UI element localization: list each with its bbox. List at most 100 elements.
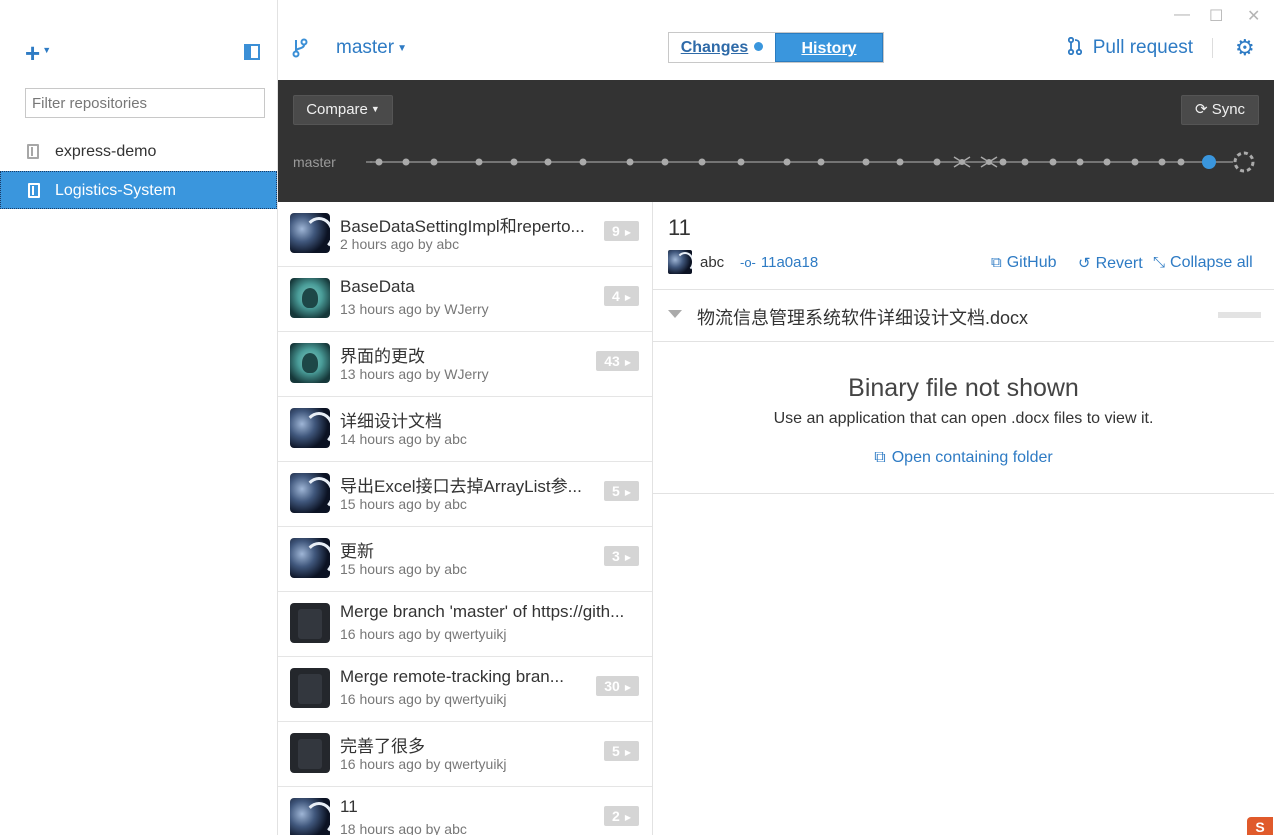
commit-meta: 16 hours ago by qwertyuikj [340,756,507,772]
timeline-commit-dot[interactable] [626,158,634,166]
tab-history[interactable]: History [775,33,883,62]
commit-meta: 14 hours ago by abc [340,431,467,447]
tab-changes[interactable]: Changes [669,33,775,62]
commit-meta: 15 hours ago by abc [340,496,467,512]
close-button[interactable]: ✕ [1247,6,1260,26]
commit-row[interactable]: BaseData 13 hours ago by WJerry 4 ▶ [278,267,652,332]
timeline-commit-dot[interactable] [402,158,410,166]
timeline-commit-dot[interactable] [475,158,483,166]
tab-history-label: History [801,40,857,57]
minimize-button[interactable]: — [1174,6,1190,24]
commit-detail-title: 11 [668,215,691,240]
binary-file-message: Use an application that can open .docx f… [773,410,1154,427]
commit-row[interactable]: Merge branch 'master' of https://gith...… [278,592,652,657]
timeline-commit-dot[interactable] [783,158,791,166]
timeline-commit-dot[interactable] [375,158,383,166]
file-count-badge: 2 ▶ [604,806,639,826]
toggle-sidebar-icon[interactable] [244,44,260,60]
collapse-all-button[interactable]: ⤡ Collapse all [1153,254,1253,272]
timeline-commit-dot[interactable] [510,158,518,166]
revert-label: Revert [1095,255,1143,272]
commit-sha-link[interactable]: -o- 11a0a18 [740,254,818,271]
avatar [290,408,330,448]
commit-title: 11 [340,797,358,816]
commit-title: 导出Excel接口去掉ArrayList参... [340,477,582,496]
timeline-commit-dot[interactable] [817,158,825,166]
timeline-commit-dot[interactable] [544,158,552,166]
avatar [290,278,330,318]
divider [653,289,1274,290]
commit-title: BaseData [340,277,415,296]
avatar [290,798,330,835]
revert-icon: ↺ [1078,255,1091,272]
timeline-commit-dot[interactable] [737,158,745,166]
maximize-button[interactable]: ☐ [1209,6,1223,26]
timeline-commit-dot[interactable] [1076,158,1084,166]
gear-icon[interactable]: ⚙ [1235,35,1255,61]
list-divider [652,202,653,835]
collapse-label: Collapse all [1170,254,1253,271]
commit-meta: 2 hours ago by abc [340,236,460,252]
commit-title: Merge branch 'master' of https://gith... [340,602,625,621]
timeline-commit-dot[interactable] [933,158,941,166]
avatar [290,473,330,513]
repo-item-express-demo[interactable]: express-demo [0,133,277,171]
changed-file-name[interactable]: 物流信息管理系统软件详细设计文档.docx [697,304,1028,330]
avatar [290,603,330,643]
repo-name: Logistics-System [55,182,176,199]
commit-title: Merge remote-tracking bran... [340,667,564,686]
commit-meta: 15 hours ago by abc [340,561,467,577]
timeline-commit-dot[interactable] [1158,158,1166,166]
avatar [290,668,330,708]
avatar [290,213,330,253]
timeline-commit-dot[interactable] [999,158,1007,166]
commit-row[interactable]: 导出Excel接口去掉ArrayList参... 15 hours ago by… [278,462,652,527]
file-count-badge: 5 ▶ [604,481,639,501]
repo-item-logistics-system[interactable]: Logistics-System [0,171,277,209]
open-containing-folder-link[interactable]: ⧉ Open containing folder [653,449,1274,467]
timeline-commit-dot[interactable] [661,158,669,166]
add-repository-button[interactable]: + ▼ [25,40,51,68]
timeline-commit-dot[interactable] [1021,158,1029,166]
file-count-badge: 5 ▶ [604,741,639,761]
view-switcher: Changes History [668,32,884,63]
timeline-commit-dot[interactable] [430,158,438,166]
commit-row[interactable]: 详细设计文档 14 hours ago by abc [278,397,652,462]
timeline-commit-dot[interactable] [1131,158,1139,166]
timeline-commit-dot[interactable] [1049,158,1057,166]
timeline-commit-dot[interactable] [698,158,706,166]
commit-row[interactable]: Merge remote-tracking bran... 16 hours a… [278,657,652,722]
expand-file-icon[interactable] [668,310,682,318]
commit-row[interactable]: 界面的更改 13 hours ago by WJerry 43 ▶ [278,332,652,397]
open-folder-label: Open containing folder [891,449,1053,466]
timeline-commit-dot[interactable] [896,158,904,166]
timeline-commit-dot[interactable] [862,158,870,166]
chevron-down-icon: ▼ [42,45,52,56]
chevron-down-icon: ▼ [397,43,407,54]
timeline-commit-dot[interactable] [1103,158,1111,166]
repo-icon [28,183,40,198]
commit-title: BaseDataSettingImpl和reperto... [340,217,585,236]
avatar [290,538,330,578]
github-label: GitHub [1006,254,1057,271]
filter-repositories-input[interactable] [25,88,265,118]
commit-row[interactable]: 更新 15 hours ago by abc 3 ▶ [278,527,652,592]
changes-indicator-dot [754,42,764,51]
revert-button[interactable]: ↺ Revert [1078,254,1143,273]
repository-sidebar: +▼ express-demo Logistics-System [0,0,277,835]
commit-graph[interactable] [278,80,1274,202]
pull-request-button[interactable]: Pull request [1067,36,1193,59]
file-count-badge: 43 ▶ [596,351,639,371]
commit-list: BaseDataSettingImpl和reperto... 2 hours a… [278,202,652,835]
commit-row[interactable]: BaseDataSettingImpl和reperto... 2 hours a… [278,202,652,267]
timeline-commit-dot[interactable] [1177,158,1185,166]
avatar [290,343,330,383]
commit-title: 完善了很多 [340,737,425,756]
branch-selector[interactable]: master ▼ [336,37,407,59]
commit-row[interactable]: 完善了很多 16 hours ago by qwertyuikj 5 ▶ [278,722,652,787]
repo-name: express-demo [55,143,157,160]
view-on-github-link[interactable]: ⧉ GitHub [991,254,1057,272]
commit-meta: 13 hours ago by WJerry [340,301,489,317]
timeline-commit-dot[interactable] [579,158,587,166]
commit-row[interactable]: 11 18 hours ago by abc 2 ▶ [278,787,652,835]
